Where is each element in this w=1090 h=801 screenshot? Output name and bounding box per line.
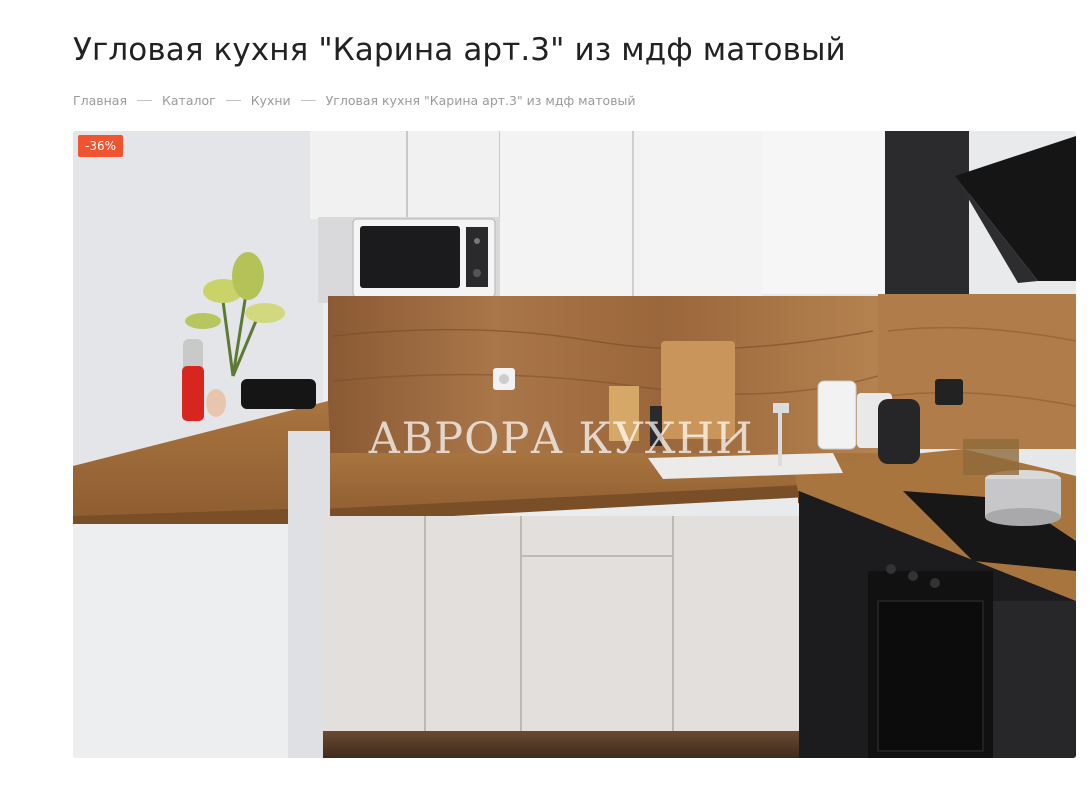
breadcrumb-catalog[interactable]: Каталог [162,93,216,108]
breadcrumb-separator [300,100,316,101]
page-title: Угловая кухня "Карина арт.3" из мдф мато… [73,32,846,68]
gallery-watermark: АВРОРА КУХНИ [368,414,754,464]
breadcrumb-separator [137,100,152,101]
breadcrumb-separator [225,100,241,101]
breadcrumb-kitchens[interactable]: Кухни [251,93,291,108]
breadcrumb-home[interactable]: Главная [73,93,127,108]
discount-badge: -36% [78,135,124,157]
breadcrumb: Главная Каталог Кухни Угловая кухня "Кар… [73,93,636,108]
breadcrumb-current: Угловая кухня "Карина арт.3" из мдф мато… [325,93,636,108]
